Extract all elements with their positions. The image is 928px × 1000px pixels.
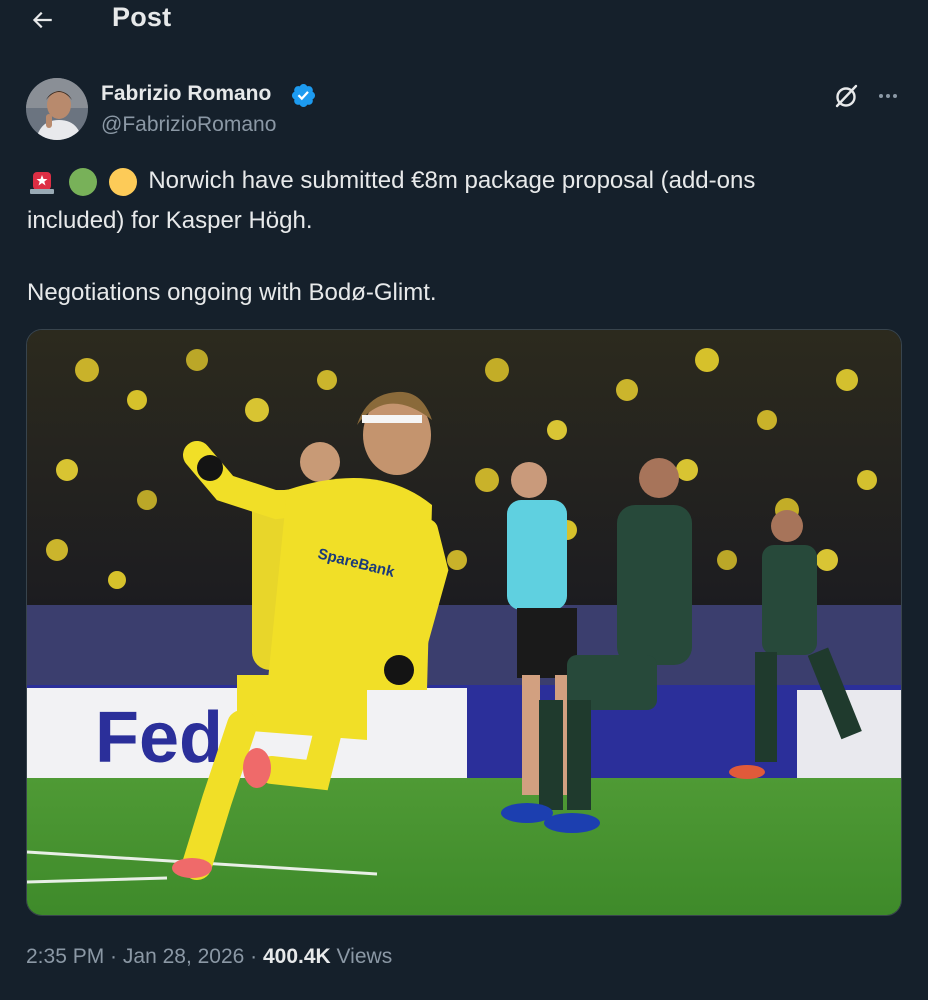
more-options-button[interactable] [872,80,904,112]
green-circle-emoji [68,168,97,196]
more-dots-icon [879,94,897,98]
tweet-line-3: Negotiations ongoing with Bodø-Glimt. [27,279,437,306]
author-handle[interactable]: @FabrizioRomano [101,113,276,137]
views-label: Views [330,945,393,968]
siren-emoji [30,172,54,194]
tweet-line-2: included) for Kasper Högh. [27,207,313,234]
post-meta: 2:35 PM · Jan 28, 2026 · 400.4K Views [26,945,392,969]
tweet-text-line-1: Norwich have submitted €8m package propo… [148,167,756,194]
tweet-line-1: Norwich have submitted €8m package propo… [27,163,887,203]
verified-badge-icon[interactable] [290,82,317,109]
top-bar: Post [0,0,928,40]
post-date[interactable]: Jan 28, 2026 [123,945,244,968]
tweet-text: Norwich have submitted €8m package propo… [27,163,887,311]
meta-separator: · [104,945,123,968]
grok-icon [835,84,858,108]
arrow-left-icon [32,11,52,29]
post-time[interactable]: 2:35 PM [26,945,104,968]
meta-separator: · [244,945,263,968]
board-text: Fed [95,698,223,778]
page-title: Post [112,2,172,32]
avatar-image [26,78,88,140]
yellow-circle-emoji [109,168,138,196]
football-celebration-photo: Fed SpareBank [27,330,901,915]
post-page: Post Fabrizio Romano @FabrizioRomano Nor… [0,0,928,1000]
views-count: 400.4K [263,945,331,968]
tweet-media-photo[interactable]: Fed SpareBank [26,329,902,916]
avatar[interactable] [26,78,88,140]
author-name[interactable]: Fabrizio Romano [101,82,271,106]
emoji-row [27,167,142,203]
back-button[interactable] [26,4,58,36]
grok-button[interactable] [830,80,862,112]
